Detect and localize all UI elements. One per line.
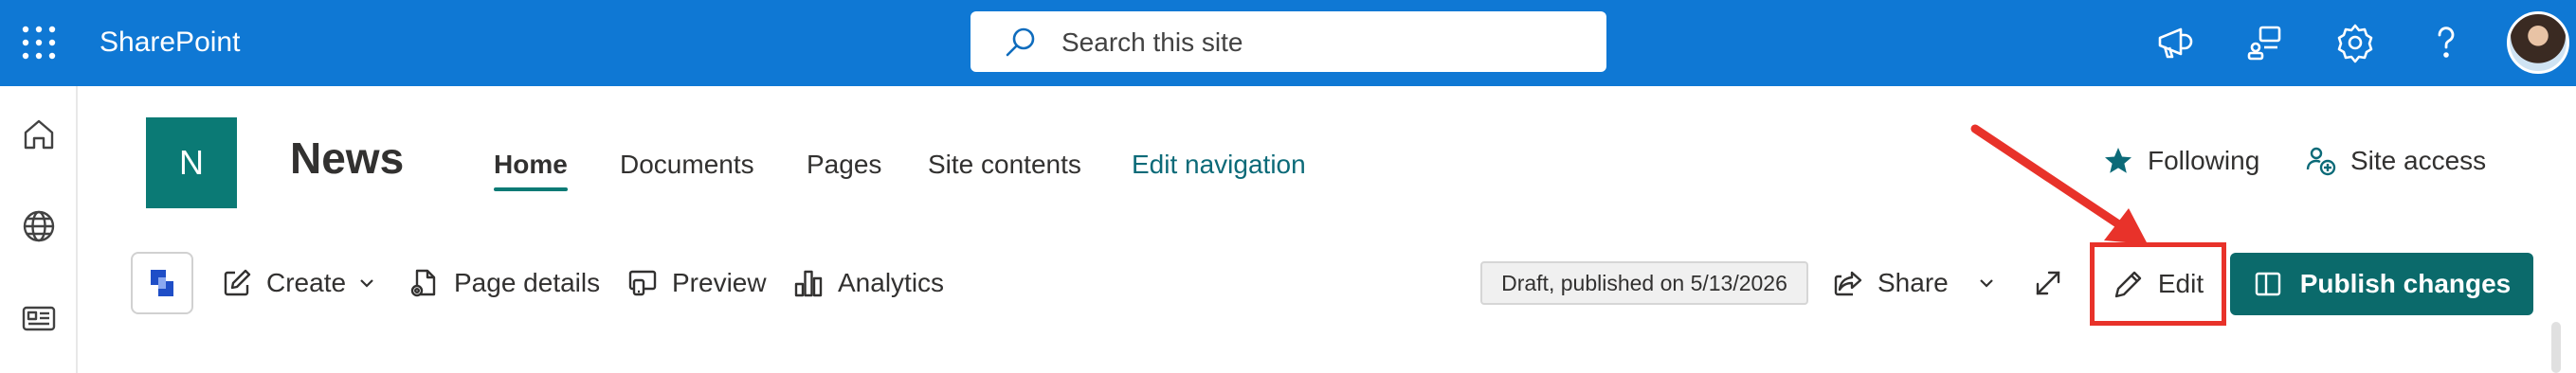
left-app-bar (0, 86, 78, 373)
publish-changes-label: Publish changes (2299, 269, 2512, 298)
share-icon (1834, 271, 1862, 296)
search-box[interactable]: Search this site (971, 11, 1606, 72)
preview-icon (628, 270, 657, 296)
site-logo[interactable]: N (146, 117, 237, 208)
compose-icon (224, 269, 251, 296)
viva-connections-logo[interactable] (131, 252, 193, 314)
site-title[interactable]: News (290, 133, 404, 184)
site-access-label: Site access (2350, 146, 2487, 175)
chevron-down-icon (360, 279, 373, 288)
publish-changes-button[interactable]: Publish changes (2230, 253, 2533, 315)
suite-bar: SharePoint Search this site (0, 0, 2576, 86)
globe-icon[interactable] (19, 206, 59, 246)
analytics-icon (794, 270, 823, 297)
nav-pages[interactable]: Pages (807, 148, 881, 182)
nav-edit-navigation[interactable]: Edit navigation (1132, 148, 1306, 182)
following-label: Following (2148, 146, 2260, 175)
nav-home[interactable]: Home (494, 148, 568, 182)
app-name[interactable]: SharePoint (100, 25, 240, 61)
settings-icon[interactable] (2333, 21, 2377, 64)
news-icon[interactable] (19, 298, 59, 338)
search-icon (1005, 27, 1037, 59)
home-icon[interactable] (19, 115, 59, 154)
expand-icon[interactable] (2031, 266, 2065, 300)
people-add-icon (2306, 147, 2336, 176)
nav-active-indicator (494, 187, 568, 191)
help-icon[interactable] (2424, 21, 2468, 64)
user-avatar[interactable] (2507, 11, 2569, 74)
pencil-icon (2114, 271, 2142, 298)
app-logo-icon (151, 270, 173, 296)
page-details-button[interactable]: Page details (408, 266, 600, 300)
page-status-badge: Draft, published on 5/13/2026 (1480, 261, 1808, 305)
app-launcher-icon[interactable] (21, 25, 57, 61)
edit-button[interactable]: Edit (2090, 242, 2226, 326)
chevron-down-icon (1979, 279, 1993, 288)
page-scrollbar[interactable] (2551, 322, 2561, 373)
annotation-arrow (1970, 124, 2148, 244)
page-details-label: Page details (454, 268, 601, 297)
megaphone-icon[interactable] (2152, 21, 2196, 64)
analytics-button[interactable]: Analytics (792, 266, 944, 300)
nav-documents[interactable]: Documents (620, 148, 754, 182)
preview-label: Preview (672, 268, 767, 297)
site-access-button[interactable]: Site access (2305, 144, 2486, 178)
share-button[interactable]: Share (1832, 266, 1996, 300)
preview-button[interactable]: Preview (626, 266, 767, 300)
edit-label: Edit (2157, 269, 2204, 298)
share-label: Share (1878, 268, 1949, 297)
search-placeholder: Search this site (1061, 27, 1243, 57)
book-icon (2255, 272, 2280, 296)
create-button[interactable]: Create (221, 266, 376, 300)
analytics-label: Analytics (838, 268, 945, 297)
feed-icon[interactable] (2243, 21, 2287, 64)
create-label: Create (266, 268, 347, 297)
nav-site-contents[interactable]: Site contents (928, 148, 1081, 182)
page-settings-icon (410, 269, 436, 297)
